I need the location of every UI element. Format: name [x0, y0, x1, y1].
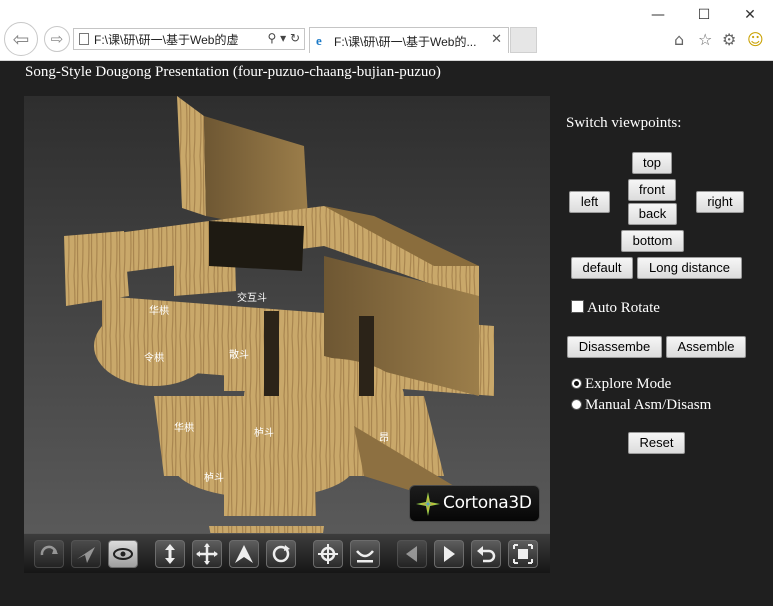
assemble-button[interactable]: Assemble	[666, 336, 746, 358]
reset-button[interactable]: Reset	[628, 432, 685, 454]
back-arrow-icon: ⇦	[12, 27, 30, 51]
page-content: Song-Style Dougong Presentation (four-pu…	[0, 61, 773, 606]
svg-text:华栱: 华栱	[174, 421, 194, 434]
settings-gear-icon[interactable]: ⚙	[722, 30, 736, 49]
explore-mode-radio[interactable]	[571, 378, 582, 389]
favorites-star-icon[interactable]: ☆	[698, 30, 712, 49]
previous-view-icon[interactable]	[397, 540, 427, 568]
close-window-button[interactable]: ✕	[730, 4, 770, 26]
cortona-star-icon	[416, 492, 440, 516]
tab-close-icon[interactable]: ✕	[491, 32, 502, 47]
manual-mode-option[interactable]: Manual Asm/Disasm	[571, 397, 711, 414]
right-view-button[interactable]: right	[696, 191, 744, 213]
address-tools[interactable]: ⚲ ▾ ↻	[268, 31, 301, 45]
fly-icon[interactable]	[71, 540, 101, 568]
explore-mode-option[interactable]: Explore Mode	[571, 376, 671, 393]
new-tab-button[interactable]	[510, 27, 537, 53]
center-target-icon[interactable]	[313, 540, 343, 568]
feedback-smiley-icon[interactable]: ☺	[747, 30, 764, 49]
viewer-toolbar	[24, 533, 550, 573]
undo-view-icon[interactable]	[471, 540, 501, 568]
top-view-button[interactable]: top	[632, 152, 672, 174]
manual-mode-label: Manual Asm/Disasm	[585, 397, 712, 413]
close-icon: ✕	[744, 7, 756, 23]
walk-icon[interactable]	[229, 540, 259, 568]
switch-viewpoints-heading: Switch viewpoints:	[566, 115, 682, 131]
browser-chrome: — ☐ ✕ ⇦ ⇨ F:\课\研\研一\基于Web的虚 ⚲ ▾ ↻ e F:\课…	[0, 0, 773, 61]
fit-view-icon[interactable]	[508, 540, 538, 568]
manual-mode-radio[interactable]	[571, 399, 582, 410]
front-view-button[interactable]: front	[628, 179, 676, 201]
address-url[interactable]: F:\课\研\研一\基于Web的虚	[94, 31, 259, 48]
orbit-icon[interactable]	[34, 540, 64, 568]
svg-text:栌斗: 栌斗	[204, 471, 224, 484]
explore-mode-label: Explore Mode	[585, 376, 672, 392]
auto-rotate-option[interactable]: Auto Rotate	[571, 300, 660, 317]
dougong-model[interactable]: 华栱 令栱 散斗 交互斗 华栱 栌斗 昂 栌斗	[24, 96, 550, 539]
pan-vertical-icon[interactable]	[155, 540, 185, 568]
left-view-button[interactable]: left	[569, 191, 610, 213]
default-view-button[interactable]: default	[571, 257, 633, 279]
forward-arrow-icon: ⇨	[50, 30, 64, 48]
page-title: Song-Style Dougong Presentation (four-pu…	[25, 64, 441, 80]
disassemble-button[interactable]: Disassembe	[567, 336, 662, 358]
svg-text:栌斗: 栌斗	[254, 426, 274, 439]
page-icon	[79, 33, 89, 45]
3d-viewport[interactable]: 华栱 令栱 散斗 交互斗 华栱 栌斗 昂 栌斗 Cortona3D	[24, 96, 550, 539]
svg-text:交互斗: 交互斗	[237, 291, 267, 304]
align-icon[interactable]	[350, 540, 380, 568]
cortona3d-logo: Cortona3D	[409, 485, 540, 522]
auto-rotate-checkbox[interactable]	[571, 300, 584, 313]
auto-rotate-label: Auto Rotate	[587, 300, 660, 316]
back-button[interactable]: ⇦	[4, 22, 38, 56]
minimize-button[interactable]: —	[638, 4, 678, 26]
cortona-brand-text: Cortona3D	[443, 493, 532, 513]
study-eye-icon[interactable]	[108, 540, 138, 568]
minimize-icon: —	[651, 7, 665, 23]
svg-text:令栱: 令栱	[144, 351, 164, 364]
browser-tab[interactable]: e F:\课\研\研一\基于Web的... ✕	[309, 27, 509, 53]
home-icon[interactable]: ⌂	[674, 30, 684, 49]
svg-text:华栱: 华栱	[149, 304, 169, 317]
maximize-icon: ☐	[697, 7, 711, 23]
maximize-button[interactable]: ☐	[684, 4, 724, 26]
forward-button[interactable]: ⇨	[44, 26, 70, 52]
back-view-button[interactable]: back	[628, 203, 677, 225]
long-distance-view-button[interactable]: Long distance	[637, 257, 742, 279]
address-bar[interactable]: F:\课\研\研一\基于Web的虚 ⚲ ▾ ↻	[73, 28, 305, 50]
svg-text:昂: 昂	[379, 432, 389, 444]
svg-text:散斗: 散斗	[229, 348, 249, 361]
ie-icon: e	[316, 33, 322, 48]
bottom-view-button[interactable]: bottom	[621, 230, 684, 252]
next-view-icon[interactable]	[434, 540, 464, 568]
tab-title: F:\课\研\研一\基于Web的...	[334, 35, 477, 49]
pan-icon[interactable]	[192, 540, 222, 568]
rotate-icon[interactable]	[266, 540, 296, 568]
